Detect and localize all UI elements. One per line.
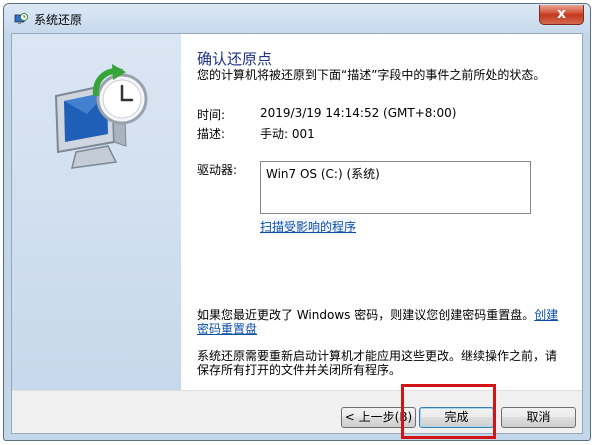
drives-label: 驱动器: <box>197 163 238 177</box>
back-button[interactable]: < 上一步(B) <box>341 407 416 428</box>
time-label: 时间: <box>197 108 226 122</box>
content-area: 确认还原点 您的计算机将被还原到下面“描述”字段中的事件之前所处的状态。 时间:… <box>190 34 575 390</box>
side-panel <box>12 34 181 390</box>
close-button[interactable]: x <box>539 5 584 25</box>
dialog-client: 确认还原点 您的计算机将被还原到下面“描述”字段中的事件之前所处的状态。 时间:… <box>11 33 583 434</box>
restore-computer-icon <box>54 64 148 169</box>
button-bar: < 上一步(B) 完成 取消 <box>12 390 582 433</box>
description-value: 手动: 001 <box>260 127 315 141</box>
drives-list[interactable]: Win7 OS (C:) (系统) <box>260 161 531 214</box>
window-title: 系统还原 <box>34 13 83 27</box>
title-bar[interactable]: 系统还原 x <box>4 4 590 34</box>
list-item: Win7 OS (C:) (系统) <box>266 167 380 181</box>
password-notice: 如果您最近更改了 Windows 密码，则建议您创建密码重置盘。创建密码重置盘 <box>197 308 562 336</box>
restart-notice: 系统还原需要重新启动计算机才能应用这些更改。继续操作之前，请保存所有打开的文件并… <box>197 349 558 377</box>
page-title: 确认还原点 <box>197 50 273 68</box>
description-label: 描述: <box>197 127 226 141</box>
password-notice-text: 如果您最近更改了 Windows 密码，则建议您创建密码重置盘。 <box>197 308 535 322</box>
system-restore-window: 系统还原 x 确认还原点 您的计算机将被还原到下面“描述”字段中的事件之前所处的… <box>3 3 591 441</box>
scan-affected-programs-link[interactable]: 扫描受影响的程序 <box>260 218 357 235</box>
subtitle: 您的计算机将被还原到下面“描述”字段中的事件之前所处的状态。 <box>197 68 546 82</box>
close-icon: x <box>556 6 567 22</box>
finish-button[interactable]: 完成 <box>419 407 494 428</box>
cancel-button[interactable]: 取消 <box>501 407 576 428</box>
system-restore-icon <box>14 13 28 24</box>
time-value: 2019/3/19 14:14:52 (GMT+8:00) <box>260 106 457 120</box>
